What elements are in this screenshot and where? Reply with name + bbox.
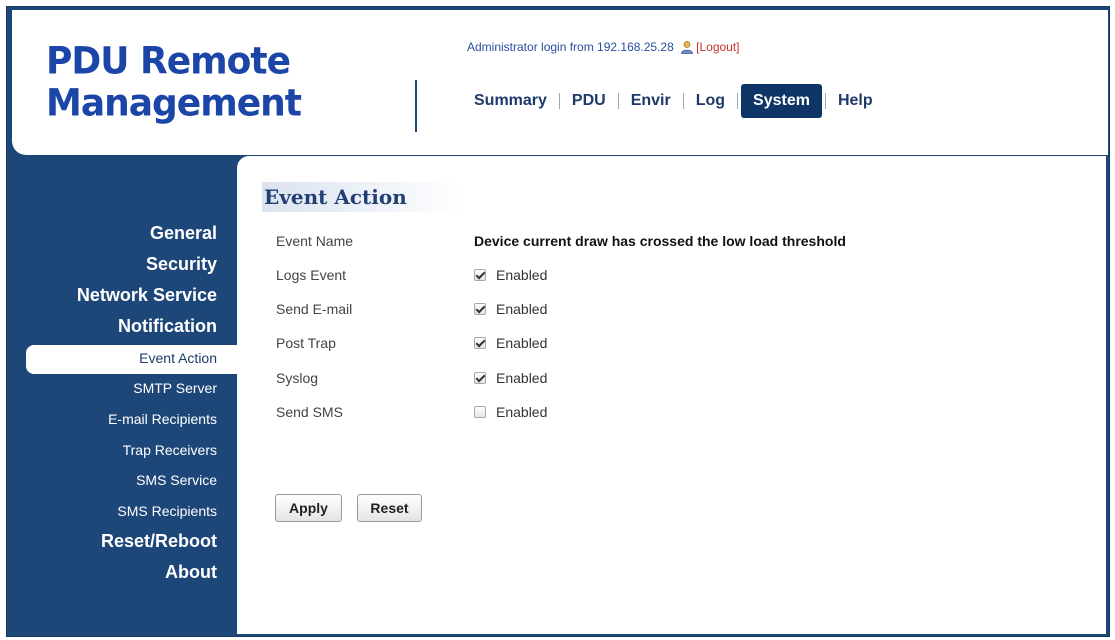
admin-login-info: Administrator login from 192.168.25.28 [… xyxy=(467,40,740,54)
option-label: Logs Event xyxy=(276,267,347,283)
tab-log[interactable]: Log xyxy=(687,86,734,116)
send-email-checkbox[interactable] xyxy=(474,303,486,315)
tab-pdu[interactable]: PDU xyxy=(563,86,615,116)
option-row-send-email: Send E-mail Enabled xyxy=(276,299,547,319)
option-label: Send SMS xyxy=(276,404,343,420)
option-row-send-sms: Send SMS Enabled xyxy=(276,402,547,422)
logs-event-checkbox[interactable] xyxy=(474,269,486,281)
sidebar-item-sms-service[interactable]: SMS Service xyxy=(136,472,217,488)
sidebar-item-trap-receivers[interactable]: Trap Receivers xyxy=(123,442,217,458)
checkbox-label: Enabled xyxy=(496,404,548,420)
section-title: Event Action xyxy=(262,182,462,212)
user-icon xyxy=(680,40,694,54)
syslog-checkbox[interactable] xyxy=(474,372,486,384)
apply-button[interactable]: Apply xyxy=(275,494,342,522)
checkbox-label: Enabled xyxy=(496,301,548,317)
sidebar-item-reset-reboot[interactable]: Reset/Reboot xyxy=(101,531,217,552)
checkbox-label: Enabled xyxy=(496,370,548,386)
checkbox-label: Enabled xyxy=(496,267,548,283)
header: PDU Remote Management xyxy=(12,10,1108,155)
option-label: Syslog xyxy=(276,370,319,386)
sidebar-item-event-action[interactable]: Event Action xyxy=(139,350,217,366)
sidebar-item-notification[interactable]: Notification xyxy=(118,316,217,337)
event-name-row: Event Name Device current draw has cross… xyxy=(276,231,846,251)
option-label: Post Trap xyxy=(276,335,336,351)
logout-link[interactable]: [Logout] xyxy=(696,40,739,54)
post-trap-checkbox[interactable] xyxy=(474,337,486,349)
tab-summary[interactable]: Summary xyxy=(465,86,556,116)
nav-separator xyxy=(617,93,619,109)
logo-line-1: PDU Remote xyxy=(46,40,291,84)
sidebar-item-network-service[interactable]: Network Service xyxy=(77,285,217,306)
option-row-post-trap: Post Trap Enabled xyxy=(276,333,547,353)
sidebar-item-security[interactable]: Security xyxy=(146,254,217,275)
sidebar-item-smtp-server[interactable]: SMTP Server xyxy=(133,380,217,396)
logo: PDU Remote Management xyxy=(46,40,302,126)
checkbox-label: Enabled xyxy=(496,335,548,351)
nav-separator xyxy=(682,93,684,109)
main-nav: Summary PDU Envir Log System Help xyxy=(465,84,882,118)
nav-separator xyxy=(558,93,560,109)
admin-login-text: Administrator login from 192.168.25.28 xyxy=(467,40,674,54)
nav-separator xyxy=(824,93,826,109)
sidebar-item-sms-recipients[interactable]: SMS Recipients xyxy=(117,503,217,519)
tab-envir[interactable]: Envir xyxy=(622,86,680,116)
event-name-value: Device current draw has crossed the low … xyxy=(474,233,846,249)
option-row-logs-event: Logs Event Enabled xyxy=(276,265,547,285)
sidebar-item-general[interactable]: General xyxy=(150,223,217,244)
content-panel xyxy=(237,156,1106,634)
tab-help[interactable]: Help xyxy=(829,86,882,116)
nav-separator xyxy=(737,93,739,109)
logo-line-2: Management xyxy=(46,82,302,126)
option-label: Send E-mail xyxy=(276,301,353,317)
header-divider xyxy=(415,80,417,132)
sidebar-item-about[interactable]: About xyxy=(165,562,217,583)
sidebar-item-email-recipients[interactable]: E-mail Recipients xyxy=(108,411,217,427)
tab-system[interactable]: System xyxy=(741,84,822,118)
event-name-label: Event Name xyxy=(276,233,354,249)
option-row-syslog: Syslog Enabled xyxy=(276,368,547,388)
reset-button[interactable]: Reset xyxy=(357,494,422,522)
send-sms-checkbox[interactable] xyxy=(474,406,486,418)
